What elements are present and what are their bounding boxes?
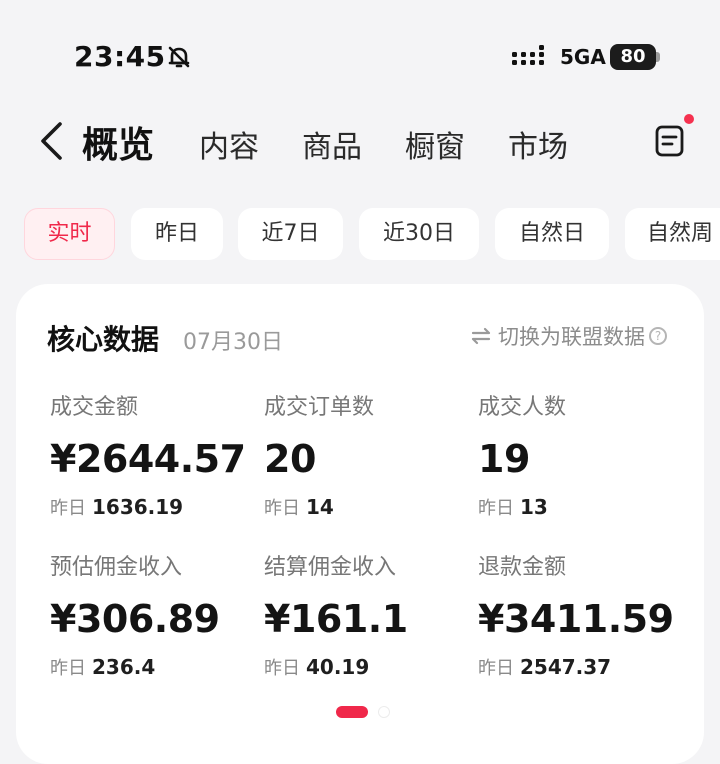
- previous-value: 13: [520, 495, 548, 519]
- filter-realtime[interactable]: 实时: [24, 208, 115, 260]
- metric-label: 成交订单数: [264, 395, 375, 420]
- previous-label: 昨日: [50, 658, 86, 679]
- battery-tip: [656, 52, 660, 62]
- document-icon[interactable]: [652, 124, 688, 158]
- metric-previous: 昨日 236.4: [50, 653, 260, 681]
- previous-value: 2547.37: [520, 655, 612, 679]
- metric-previous: 昨日 13: [478, 493, 688, 521]
- metric-refund[interactable]: 退款金额 ¥3411.59 昨日 2547.37: [478, 553, 688, 681]
- metric-value: 20: [264, 437, 316, 481]
- previous-value: 1636.19: [92, 495, 184, 519]
- tab-showcase[interactable]: 橱窗: [405, 122, 465, 166]
- notification-dot: [684, 114, 694, 124]
- card-date: 07月30日: [183, 330, 283, 355]
- previous-value: 40.19: [306, 655, 370, 679]
- tab-market[interactable]: 市场: [508, 122, 568, 166]
- metric-previous: 昨日 40.19: [264, 653, 474, 681]
- page-dot[interactable]: [378, 706, 390, 718]
- metric-gmv[interactable]: 成交金额 ¥2644.57 昨日 1636.19: [50, 393, 260, 521]
- filter-natural-day[interactable]: 自然日: [495, 208, 609, 260]
- card-title: 核心数据: [47, 323, 160, 356]
- switch-label: 切换为联盟数据: [498, 325, 645, 349]
- tab-products[interactable]: 商品: [302, 122, 362, 166]
- metric-previous: 昨日 2547.37: [478, 653, 688, 681]
- metric-value: ¥161.1: [264, 597, 408, 641]
- previous-label: 昨日: [478, 498, 514, 519]
- previous-label: 昨日: [50, 498, 86, 519]
- bell-off-icon: [168, 46, 190, 68]
- status-time: 23:45: [74, 40, 166, 73]
- filter-7days[interactable]: 近7日: [238, 208, 343, 260]
- metric-value: ¥3411.59: [478, 597, 674, 641]
- filter-yesterday[interactable]: 昨日: [131, 208, 223, 260]
- back-chevron-icon[interactable]: [36, 120, 66, 162]
- filter-natural-week[interactable]: 自然周: [625, 208, 720, 260]
- status-bar: 23:45 5GA 80: [0, 0, 720, 100]
- metric-value: ¥2644.57: [50, 437, 246, 481]
- previous-label: 昨日: [264, 498, 300, 519]
- tab-content[interactable]: 内容: [199, 122, 259, 166]
- battery-level: 80: [620, 46, 646, 67]
- metric-label: 成交人数: [478, 395, 567, 420]
- metric-label: 预估佣金收入: [50, 555, 183, 580]
- swap-icon: [471, 327, 491, 345]
- signal-icon: [512, 45, 544, 65]
- previous-value: 236.4: [92, 655, 156, 679]
- network-type: 5GA: [560, 45, 606, 69]
- metric-label: 成交金额: [50, 395, 139, 420]
- page-indicator[interactable]: [336, 706, 396, 718]
- filter-30days[interactable]: 近30日: [359, 208, 479, 260]
- metric-value: ¥306.89: [50, 597, 220, 641]
- previous-label: 昨日: [264, 658, 300, 679]
- metric-previous: 昨日 14: [264, 493, 474, 521]
- metric-label: 退款金额: [478, 555, 567, 580]
- battery-icon: 80: [610, 44, 656, 70]
- previous-label: 昨日: [478, 658, 514, 679]
- switch-to-alliance-button[interactable]: 切换为联盟数据 ?: [470, 321, 667, 351]
- help-icon[interactable]: ?: [649, 327, 667, 345]
- metric-buyers[interactable]: 成交人数 19 昨日 13: [478, 393, 688, 521]
- previous-value: 14: [306, 495, 334, 519]
- metric-settled-commission[interactable]: 结算佣金收入 ¥161.1 昨日 40.19: [264, 553, 474, 681]
- metric-estimated-commission[interactable]: 预估佣金收入 ¥306.89 昨日 236.4: [50, 553, 260, 681]
- page-dot-active[interactable]: [336, 706, 368, 718]
- metric-previous: 昨日 1636.19: [50, 493, 260, 521]
- tab-overview[interactable]: 概览: [82, 116, 154, 168]
- metric-label: 结算佣金收入: [264, 555, 397, 580]
- metric-value: 19: [478, 437, 530, 481]
- metric-orders[interactable]: 成交订单数 20 昨日 14: [264, 393, 474, 521]
